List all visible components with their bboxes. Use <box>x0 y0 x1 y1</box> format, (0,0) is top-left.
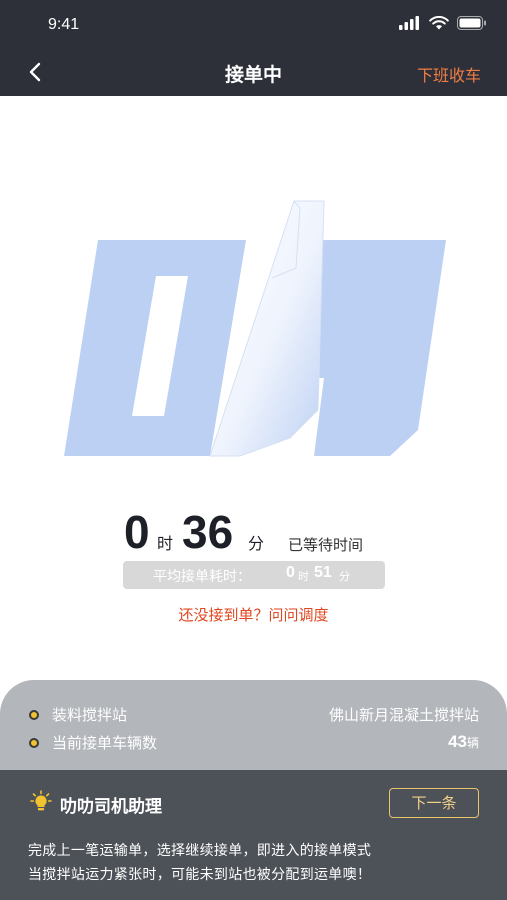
vehicles-row: 当前接单车辆数 43辆 <box>0 730 507 756</box>
status-time: 9:41 <box>48 16 80 33</box>
station-row: 装料搅拌站 佛山新月混凝土搅拌站 <box>0 702 507 728</box>
nav-bar: 接单中 下班收车 <box>0 48 507 96</box>
driver-assistant-panel: 叻叻司机助理 下一条 完成上一笔运输单，选择继续接单，即进入的接单模式 当搅拌站… <box>0 770 507 900</box>
waited-label: 已等待时间 <box>288 536 364 554</box>
vehicles-unit: 辆 <box>466 736 479 750</box>
next-tip-button[interactable]: 下一条 <box>389 788 479 818</box>
off-duty-button[interactable]: 下班收车 <box>417 62 481 86</box>
station-label: 装料搅拌站 <box>52 706 128 724</box>
vehicles-count: 43 <box>448 732 467 751</box>
logo-mark <box>64 200 446 457</box>
lightbulb-icon <box>30 790 52 811</box>
vehicles-value: 43辆 <box>448 732 479 752</box>
status-icons <box>399 16 487 30</box>
assistant-message-line-1: 完成上一笔运输单，选择继续接单，即进入的接单模式 <box>28 843 372 859</box>
average-minutes-unit: 分 <box>339 570 350 583</box>
station-value: 佛山新月混凝土搅拌站 <box>328 706 479 724</box>
wifi-icon <box>429 16 449 30</box>
timer-hours-unit: 时 <box>157 534 174 553</box>
bullet-dot-icon <box>29 710 39 720</box>
assistant-message-line-2: 当搅拌站运力紧张时，可能未到站也被分配到运单噢！ <box>28 867 372 883</box>
average-hours: 0 <box>286 564 295 581</box>
header: 9:41 接单中 下班收车 <box>0 0 507 96</box>
assistant-title: 叻叻司机助理 <box>60 797 162 817</box>
average-time-badge: 平均接单耗时： 0 时 51 分 <box>123 561 385 589</box>
average-minutes: 51 <box>314 564 332 581</box>
waiting-timer: 0 时 36 分 已等待时间 <box>0 504 507 564</box>
info-panel: 装料搅拌站 佛山新月混凝土搅拌站 当前接单车辆数 43辆 <box>0 680 507 772</box>
battery-icon <box>457 16 486 30</box>
bullet-dot-icon <box>29 738 39 748</box>
timer-minutes: 36 <box>182 506 234 558</box>
vehicles-label: 当前接单车辆数 <box>52 734 158 752</box>
average-label: 平均接单耗时： <box>153 569 251 585</box>
status-bar: 9:41 <box>0 0 507 48</box>
average-hours-unit: 时 <box>298 570 309 583</box>
signal-icon <box>399 16 419 30</box>
timer-hours: 0 <box>124 506 150 558</box>
timer-minutes-unit: 分 <box>248 534 265 553</box>
ask-dispatcher-link[interactable]: 还没接到单？问问调度 <box>0 604 507 625</box>
